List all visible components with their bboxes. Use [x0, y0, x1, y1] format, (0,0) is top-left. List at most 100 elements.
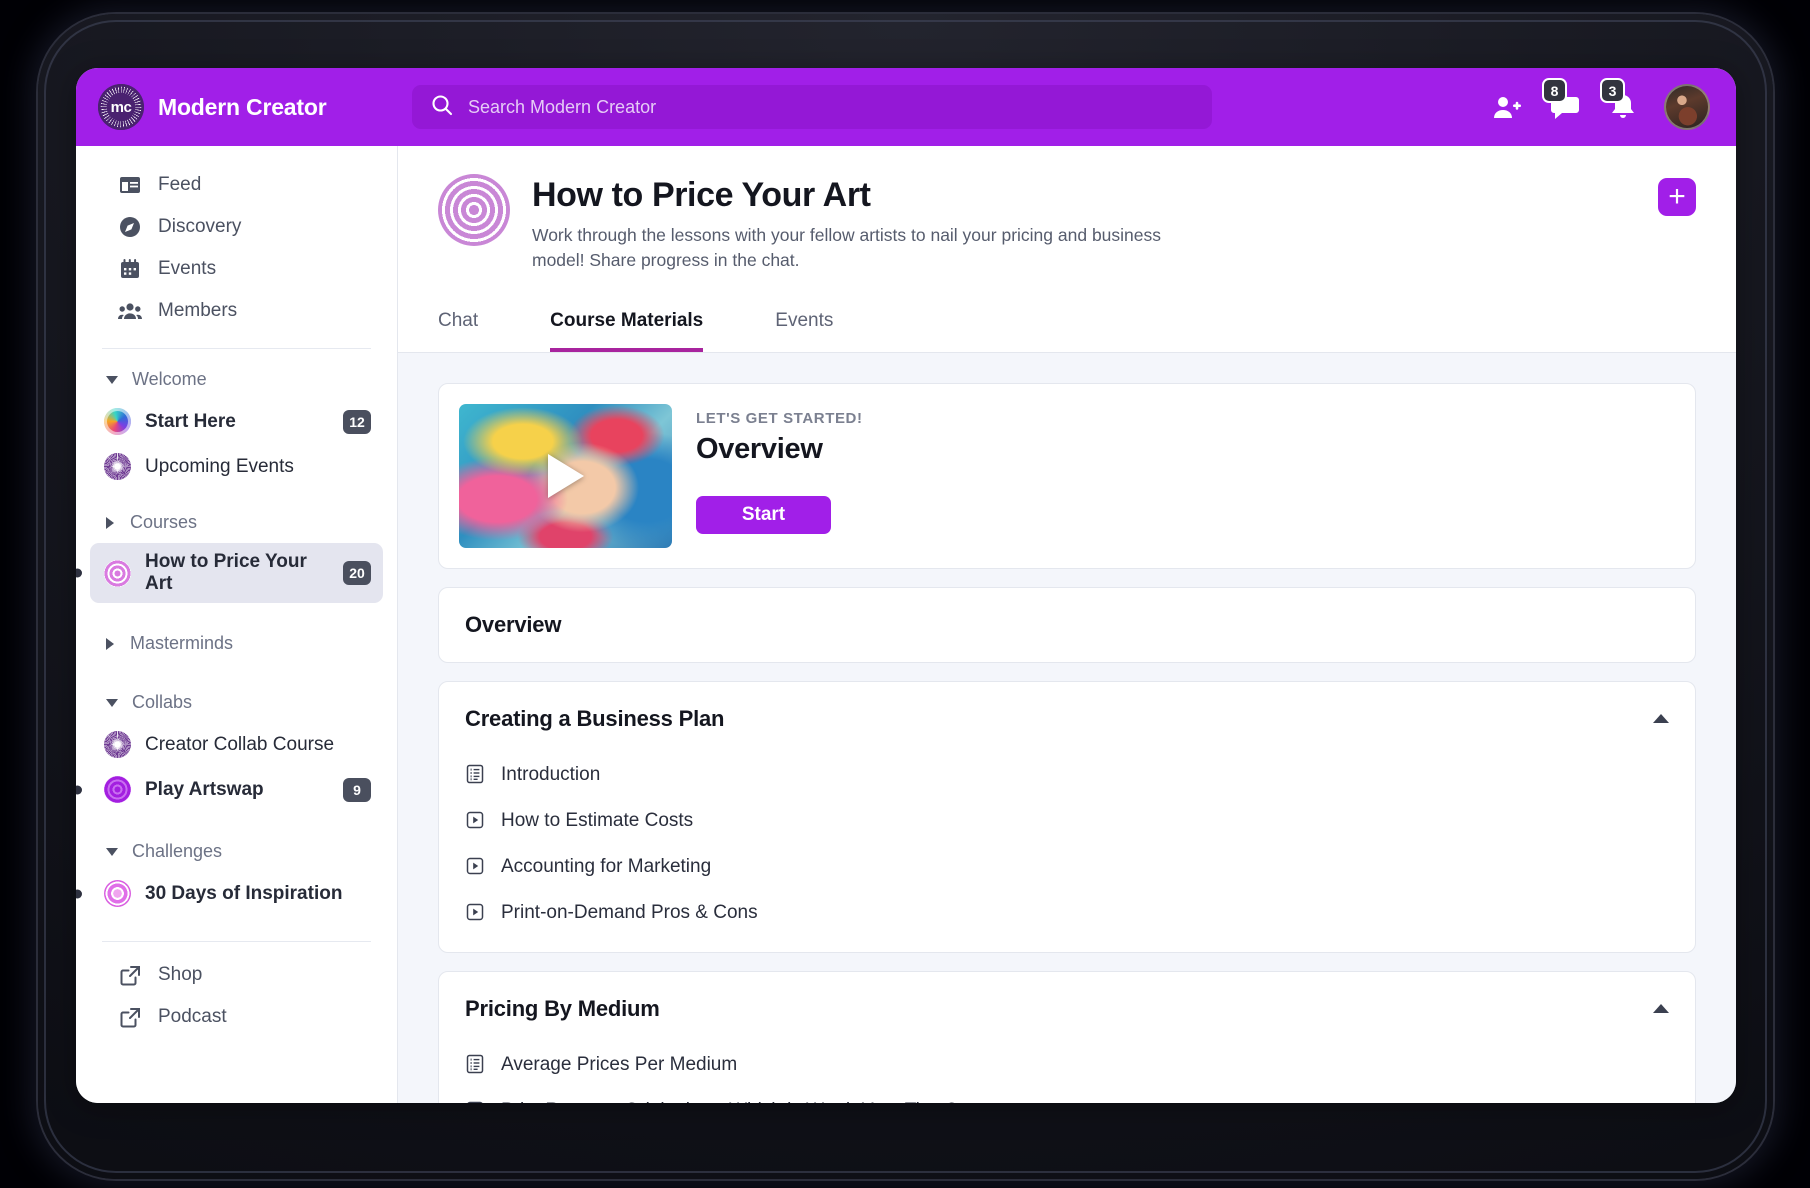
text-lesson-icon	[465, 764, 487, 786]
lesson-label: Average Prices Per Medium	[501, 1053, 738, 1075]
course-tabs: Chat Course Materials Events	[438, 300, 1696, 352]
sidebar-item-events[interactable]: Events	[92, 248, 381, 290]
lesson-item[interactable]: Average Prices Per Medium	[439, 1042, 1695, 1088]
play-icon	[547, 453, 584, 498]
section-pricing-by-medium: Pricing By Medium Average Prices Per Med…	[438, 970, 1696, 1103]
sidebar-item-label: Feed	[158, 174, 202, 195]
hero-eyebrow: LET'S GET STARTED!	[696, 409, 863, 427]
sidebar-item-label: Members	[158, 300, 238, 321]
sidebar-group-label: Masterminds	[130, 633, 234, 653]
search-bar[interactable]	[412, 85, 1212, 129]
app-window: mc Modern Creator Search Modern Creator …	[76, 68, 1736, 1103]
add-button[interactable]: +	[1658, 178, 1696, 216]
lesson-item[interactable]: Print Runs vs. Originals — Which is Wort…	[439, 1088, 1695, 1103]
chevron-down-icon	[106, 847, 118, 856]
section-header[interactable]: Pricing By Medium	[439, 972, 1695, 1042]
lesson-item[interactable]: Introduction	[439, 752, 1695, 798]
sidebar-channel-start-here[interactable]: Start Here 12	[90, 400, 383, 443]
unread-badge: 12	[343, 409, 371, 434]
chevron-down-icon	[106, 698, 118, 707]
tab-events[interactable]: Events	[775, 300, 833, 352]
start-button[interactable]: Start	[696, 495, 831, 534]
sidebar-channel-label: How to Price Your Art	[145, 551, 307, 594]
tab-course-materials[interactable]: Course Materials	[550, 300, 704, 352]
plus-icon: +	[1668, 180, 1686, 213]
sidebar-channel-label: Start Here	[145, 410, 236, 432]
external-link-icon	[118, 1005, 142, 1029]
burst-icon	[104, 453, 131, 480]
sidebar-channel-30-days-of-inspiration[interactable]: 30 Days of Inspiration	[76, 872, 383, 915]
messages-badge: 8	[1542, 78, 1567, 103]
unread-dot-icon	[76, 889, 82, 898]
section-creating-a-business-plan: Creating a Business Plan Introduction Ho…	[438, 680, 1696, 953]
sidebar-link-podcast[interactable]: Podcast	[92, 996, 381, 1038]
text-lesson-icon	[465, 1054, 487, 1076]
sidebar-channel-upcoming-events[interactable]: Upcoming Events	[90, 445, 383, 488]
notifications-button[interactable]: 3	[1600, 78, 1640, 124]
unread-badge: 20	[343, 561, 371, 585]
sidebar-channel-label: Creator Collab Course	[145, 733, 335, 755]
chevron-up-icon[interactable]	[1653, 714, 1669, 724]
brand[interactable]: mc Modern Creator	[98, 84, 398, 130]
sidebar-item-label: Events	[158, 258, 217, 279]
sidebar-group-label: Courses	[130, 512, 198, 532]
notifications-badge: 3	[1600, 78, 1625, 103]
sidebar-link-label: Shop	[158, 964, 203, 985]
search-input[interactable]	[468, 96, 1194, 118]
video-lesson-icon	[465, 856, 487, 878]
section-overview[interactable]: Overview	[438, 586, 1696, 663]
sidebar: Feed Discovery Events Members Welcome St…	[76, 146, 398, 1103]
sidebar-group-label: Collabs	[132, 692, 193, 712]
unread-dot-icon	[76, 568, 82, 578]
burst-icon	[104, 731, 131, 758]
lesson-label: How to Estimate Costs	[501, 809, 694, 831]
sidebar-group-label: Challenges	[132, 841, 223, 861]
section-header[interactable]: Creating a Business Plan	[439, 682, 1695, 752]
video-lesson-icon	[465, 902, 487, 924]
tab-chat[interactable]: Chat	[438, 300, 478, 352]
sidebar-channel-label: 30 Days of Inspiration	[145, 882, 343, 904]
lesson-label: Print-on-Demand Pros & Cons	[501, 901, 758, 923]
sidebar-channel-play-artswap[interactable]: Play Artswap 9	[76, 768, 383, 811]
sidebar-link-shop[interactable]: Shop	[92, 954, 381, 996]
course-header: How to Price Your Art Work through the l…	[398, 146, 1736, 353]
sidebar-item-members[interactable]: Members	[92, 290, 381, 332]
lesson-item[interactable]: Accounting for Marketing	[439, 844, 1695, 890]
unread-badge: 9	[343, 777, 371, 802]
people-icon	[118, 299, 142, 323]
section-title: Pricing By Medium	[465, 995, 660, 1021]
hero-lesson-card: LET'S GET STARTED! Overview Start	[438, 382, 1696, 569]
concentric-rings-icon	[438, 174, 510, 246]
colorwheel-icon	[104, 408, 131, 435]
chevron-down-icon	[106, 375, 118, 384]
messages-button[interactable]: 8	[1542, 78, 1582, 124]
chevron-up-icon[interactable]	[1653, 1004, 1669, 1014]
sidebar-group-courses[interactable]: Courses	[76, 504, 397, 541]
sidebar-group-challenges[interactable]: Challenges	[76, 833, 397, 870]
section-title: Overview	[465, 611, 562, 637]
external-link-icon	[118, 963, 142, 987]
sidebar-channel-how-to-price-your-art[interactable]: How to Price Your Art 20	[76, 543, 383, 603]
search-icon	[430, 93, 454, 122]
concentric-rings-icon	[104, 559, 131, 587]
sidebar-group-masterminds[interactable]: Masterminds	[76, 625, 397, 662]
video-thumbnail[interactable]	[459, 403, 672, 548]
add-person-button[interactable]	[1490, 90, 1524, 124]
calendar-icon	[118, 257, 142, 281]
video-lesson-icon	[465, 1100, 487, 1103]
sidebar-channel-label: Play Artswap	[145, 778, 264, 800]
sidebar-item-discovery[interactable]: Discovery	[92, 206, 381, 248]
course-materials-panel: LET'S GET STARTED! Overview Start Overvi…	[398, 353, 1736, 1103]
unread-dot-icon	[76, 785, 82, 794]
sidebar-group-collabs[interactable]: Collabs	[76, 684, 397, 721]
lesson-label: Introduction	[501, 763, 601, 785]
hero-title: Overview	[696, 432, 823, 465]
sidebar-item-feed[interactable]: Feed	[92, 164, 381, 206]
sidebar-group-welcome[interactable]: Welcome	[76, 361, 397, 398]
main-content: How to Price Your Art Work through the l…	[398, 146, 1736, 1103]
lesson-item[interactable]: How to Estimate Costs	[439, 798, 1695, 844]
lesson-item[interactable]: Print-on-Demand Pros & Cons	[439, 890, 1695, 936]
avatar[interactable]	[1664, 84, 1710, 130]
sidebar-channel-creator-collab-course[interactable]: Creator Collab Course	[90, 723, 383, 766]
sidebar-divider	[102, 348, 371, 349]
